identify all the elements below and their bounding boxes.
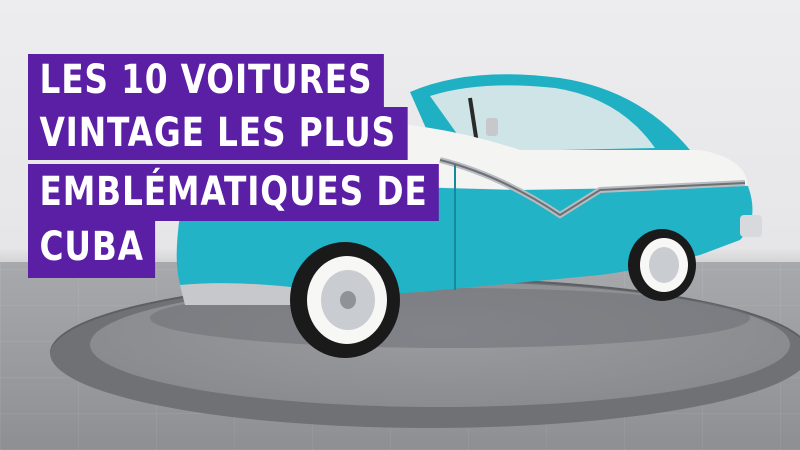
headline-line-1: LES 10 VOITURES	[28, 54, 384, 107]
headline-line-2: VINTAGE LES PLUS	[28, 107, 408, 160]
headline-line-4: CUBA	[28, 221, 156, 278]
headline-line-3: EMBLÉMATIQUES DE	[28, 164, 440, 221]
thumbnail: LES 10 VOITURES VINTAGE LES PLUS EMBLÉMA…	[0, 0, 800, 450]
headline-banner: LES 10 VOITURES VINTAGE LES PLUS EMBLÉMA…	[28, 54, 488, 344]
